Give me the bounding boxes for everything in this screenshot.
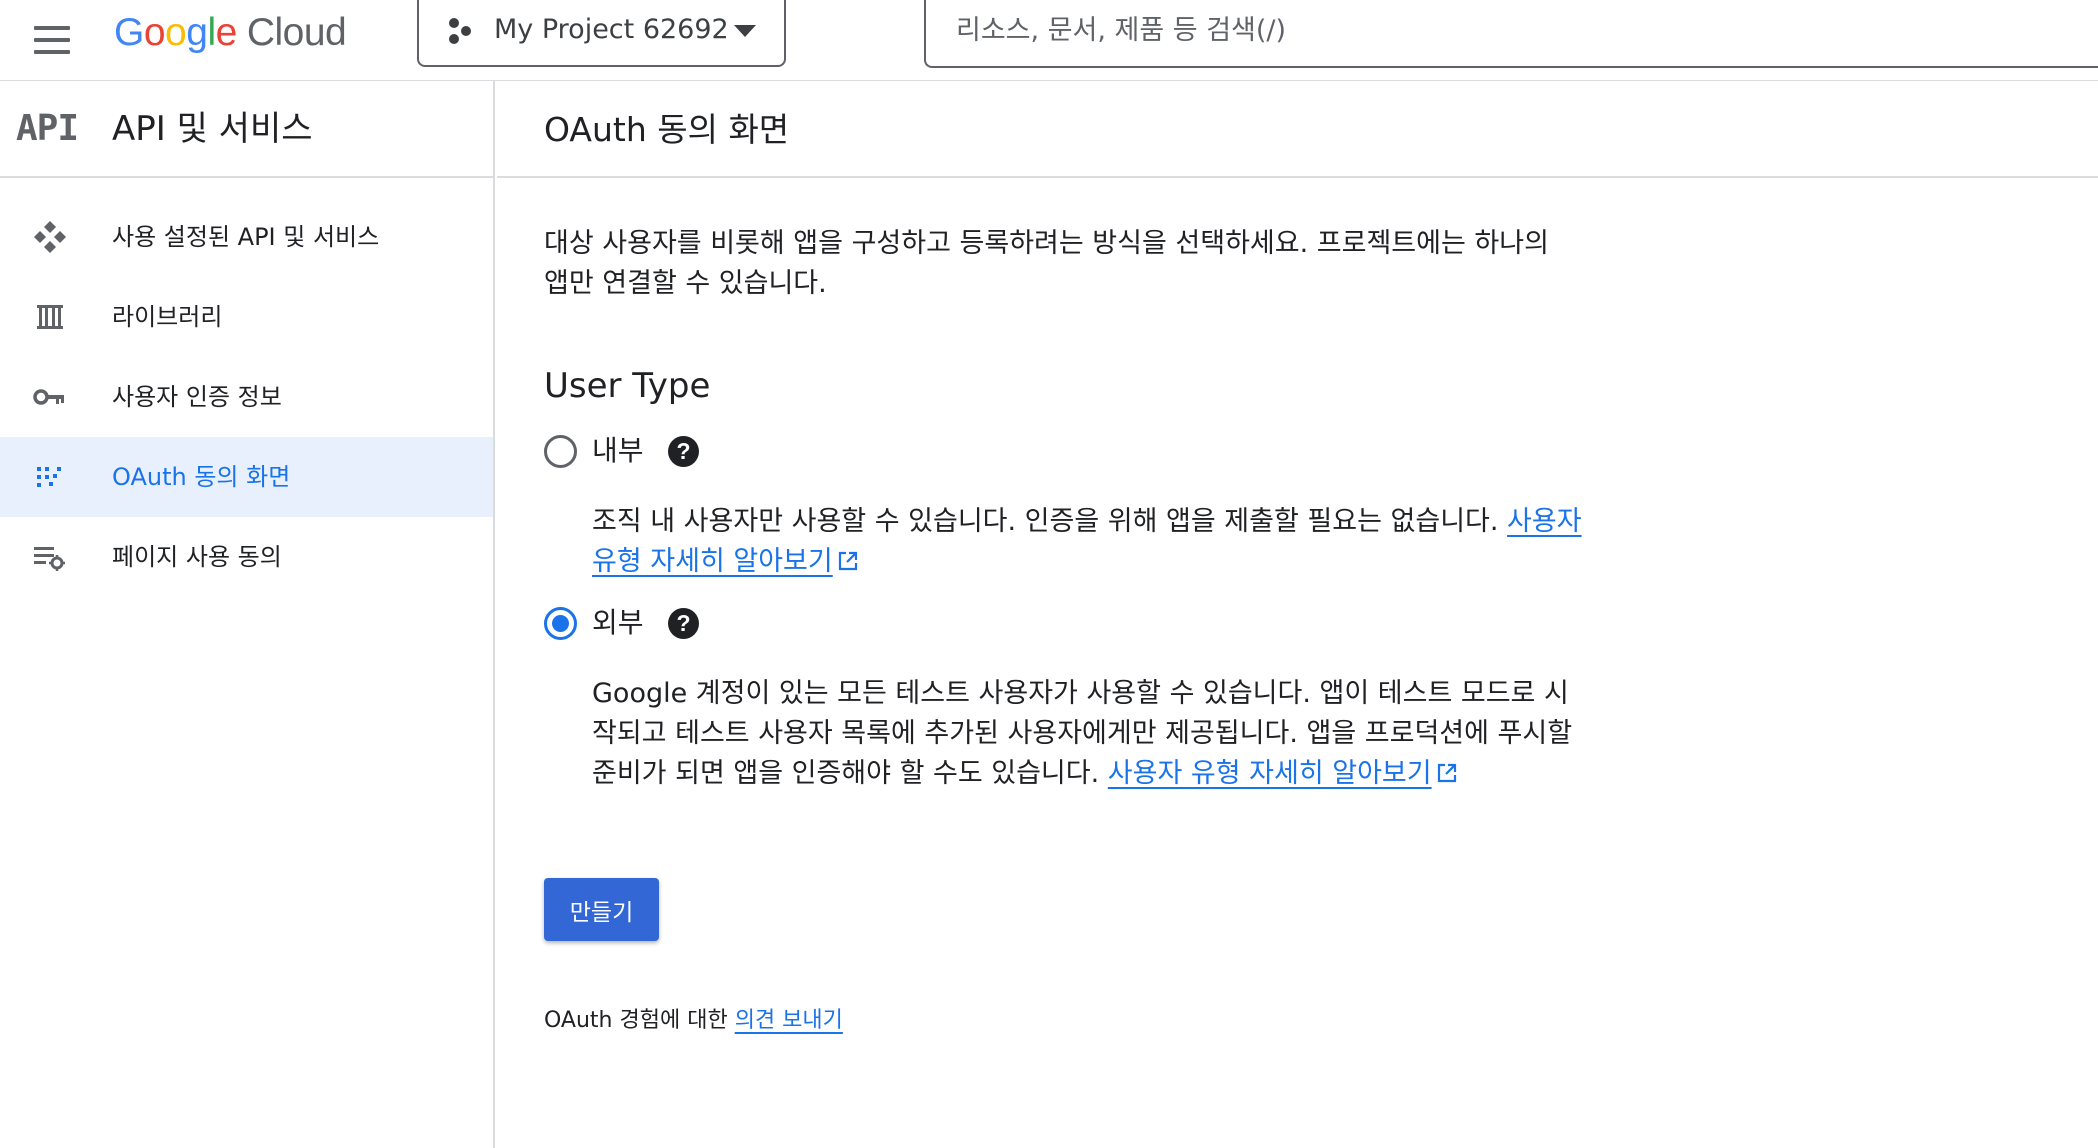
sidebar-header: API API 및 서비스 — [0, 81, 493, 178]
chevron-down-icon — [734, 25, 756, 37]
send-feedback-link[interactable]: 의견 보내기 — [735, 1008, 843, 1033]
sidebar-item-library[interactable]: 라이브러리 — [0, 277, 493, 357]
external-description: Google 계정이 있는 모든 테스트 사용자가 사용할 수 있습니다. 앱이… — [592, 678, 1573, 789]
sidebar-item-label: 페이지 사용 동의 — [112, 543, 282, 571]
sidebar-item-label: 사용자 인증 정보 — [112, 383, 282, 411]
help-icon[interactable]: ? — [668, 436, 699, 467]
user-type-external-option[interactable]: 외부 — [544, 603, 744, 643]
external-label: 외부 — [592, 606, 644, 639]
library-icon — [37, 305, 63, 329]
page-title: OAuth 동의 화면 — [544, 110, 790, 149]
internal-label: 내부 — [592, 434, 644, 467]
external-radio[interactable] — [544, 607, 577, 640]
page-header: OAuth 동의 화면 — [497, 81, 2098, 178]
internal-description: 조직 내 사용자만 사용할 수 있습니다. 인증을 위해 앱을 제출할 필요는 … — [592, 506, 1582, 577]
search-input[interactable] — [956, 10, 2056, 50]
api-diamond-icon — [34, 221, 66, 253]
sidebar-item-label: 라이브러리 — [112, 303, 223, 331]
help-icon[interactable]: ? — [668, 608, 699, 639]
user-type-heading: User Type — [544, 366, 711, 406]
api-logo-icon: API — [16, 108, 79, 149]
project-name: My Project 62692 — [494, 14, 729, 45]
sidebar-item-page-usage-agreement[interactable]: 페이지 사용 동의 — [0, 517, 493, 597]
sidebar-item-enabled-apis[interactable]: 사용 설정된 API 및 서비스 — [0, 197, 493, 277]
settings-list-icon — [34, 547, 65, 571]
internal-radio[interactable] — [544, 435, 577, 468]
external-link-icon — [1437, 763, 1456, 783]
key-icon — [33, 389, 64, 405]
search-bar[interactable] — [924, 0, 2098, 68]
sidebar-title: API 및 서비스 — [112, 109, 313, 149]
user-type-internal-option[interactable]: 내부 — [544, 431, 744, 471]
sidebar-item-label: 사용 설정된 API 및 서비스 — [112, 223, 380, 251]
sidebar-item-credentials[interactable]: 사용자 인증 정보 — [0, 357, 493, 437]
top-app-bar: Google Cloud My Project 62692 — [0, 0, 2098, 81]
external-link-icon — [838, 551, 857, 571]
create-button[interactable]: 만들기 — [544, 878, 659, 941]
intro-text: 대상 사용자를 비롯해 앱을 구성하고 등록하려는 방식을 선택하세요. 프로젝… — [544, 228, 1549, 299]
project-hex-icon — [449, 18, 471, 44]
main-menu-icon[interactable] — [30, 18, 74, 62]
oauth-dots-icon — [37, 467, 61, 487]
feedback-text: OAuth 경험에 대한 의견 보내기 — [544, 1008, 843, 1033]
sidebar-item-label: OAuth 동의 화면 — [112, 463, 291, 491]
learn-more-user-type-link[interactable]: 사용자 유형 자세히 알아보기 — [1108, 758, 1432, 789]
sidebar: API API 및 서비스 사용 설정된 API 및 서비스 라이브러리 사용자… — [0, 81, 495, 1148]
google-cloud-logo[interactable]: Google Cloud — [114, 8, 347, 58]
sidebar-item-oauth-consent[interactable]: OAuth 동의 화면 — [0, 437, 493, 517]
project-picker-button[interactable]: My Project 62692 — [417, 0, 786, 67]
